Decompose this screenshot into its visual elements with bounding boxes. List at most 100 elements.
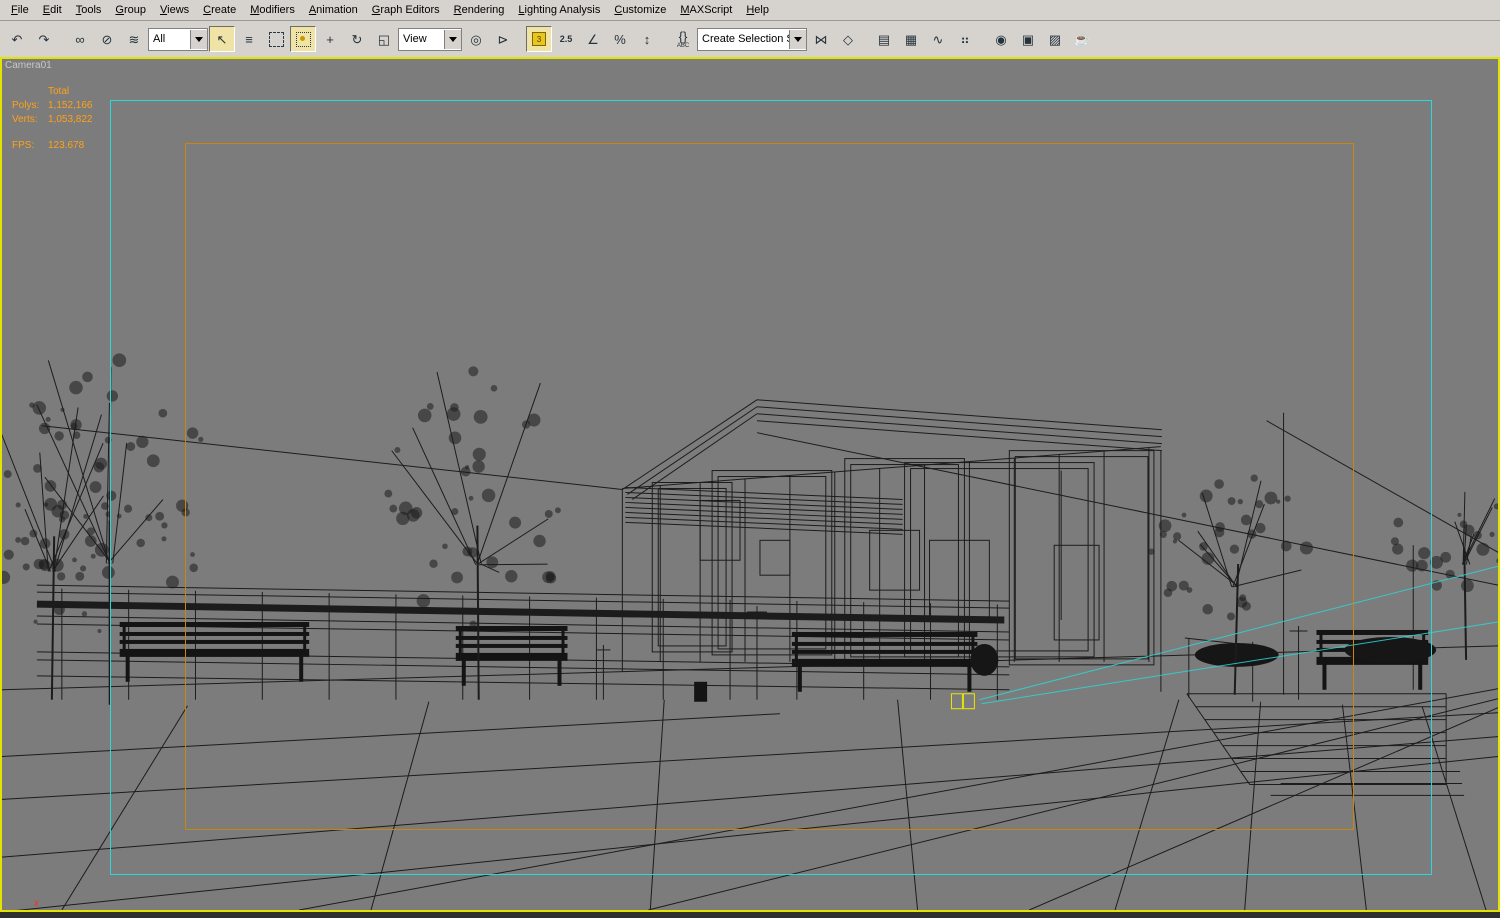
stats-verts-label: Verts: <box>12 113 48 127</box>
menu-help[interactable]: Help <box>739 2 776 18</box>
list-icon: ≡ <box>245 33 253 46</box>
rectangular-selection-region-button[interactable] <box>263 26 289 52</box>
menu-file[interactable]: File <box>4 2 36 18</box>
window-crossing-toggle-button[interactable] <box>290 26 316 52</box>
stats-polys-value: 1,152,166 <box>48 100 93 111</box>
stats-fps-label: FPS: <box>12 139 48 153</box>
stats-verts-value: 1,053,822 <box>48 114 93 125</box>
spinner-snap-toggle-button[interactable]: ↕ <box>634 26 660 52</box>
angle-snap-icon: ∠ <box>587 33 599 46</box>
align-button[interactable]: ◇ <box>835 26 861 52</box>
stats-fps-value: 123.678 <box>48 140 84 151</box>
percent-snap-icon: % <box>614 33 626 46</box>
menu-group[interactable]: Group <box>108 2 153 18</box>
3dsmax-window: File Edit Tools Group Views Create Modif… <box>0 0 1500 918</box>
percent-snap-toggle-button[interactable]: % <box>607 26 633 52</box>
cursor-arrow-icon: ↖ <box>217 33 228 46</box>
rotate-icon: ↻ <box>352 33 363 46</box>
mirror-button[interactable]: ⋈ <box>808 26 834 52</box>
menu-maxscript[interactable]: MAXScript <box>673 2 739 18</box>
menu-graph-editors[interactable]: Graph Editors <box>365 2 447 18</box>
toolbar-separator <box>58 26 66 52</box>
teapot-icon: ☕ <box>1074 33 1090 46</box>
undo-icon: ↶ <box>12 33 23 46</box>
snaps-toggle-button[interactable]: 3 <box>526 26 552 52</box>
toolbar-separator <box>517 26 525 52</box>
stats-total: Total <box>48 86 69 97</box>
menu-bar: File Edit Tools Group Views Create Modif… <box>0 0 1500 21</box>
toolbar-separator <box>661 26 669 52</box>
schematic-view-button[interactable]: ⠶ <box>952 26 978 52</box>
select-and-move-button[interactable]: + <box>317 26 343 52</box>
angle-snap-toggle-button[interactable]: ∠ <box>580 26 606 52</box>
unlink-selection-button[interactable]: ⊘ <box>94 26 120 52</box>
menu-tools[interactable]: Tools <box>69 2 109 18</box>
use-pivot-point-center-button[interactable]: ◎ <box>463 26 489 52</box>
bind-to-space-warp-button[interactable]: ≋ <box>121 26 147 52</box>
link-icon: ∞ <box>75 33 84 46</box>
camera-viewport[interactable]: Camera01 Total Polys:1,152,166 Verts:1,0… <box>0 57 1500 912</box>
rendered-frame-window-button[interactable]: ▨ <box>1042 26 1068 52</box>
menu-create[interactable]: Create <box>196 2 243 18</box>
menu-rendering[interactable]: Rendering <box>447 2 512 18</box>
select-and-scale-button[interactable]: ◱ <box>371 26 397 52</box>
dashed-rectangle-icon <box>269 32 284 47</box>
braces-icon: {} <box>679 30 688 43</box>
chevron-down-icon <box>190 30 207 49</box>
render-setup-button[interactable]: ▣ <box>1015 26 1041 52</box>
table-icon: ▦ <box>905 33 917 46</box>
manipulate-icon: ⊳ <box>498 33 509 46</box>
spinner-snap-icon: ↕ <box>644 33 651 46</box>
selection-set-value: Create Selection Set <box>698 33 789 45</box>
menu-lighting-analysis[interactable]: Lighting Analysis <box>511 2 607 18</box>
nodes-icon: ⠶ <box>960 33 970 46</box>
material-sphere-icon: ◉ <box>995 33 1006 46</box>
selection-filter-value: All <box>149 33 190 45</box>
snap-3d-icon: 3 <box>532 32 546 46</box>
select-and-manipulate-button[interactable]: ⊳ <box>490 26 516 52</box>
pivot-center-icon: ◎ <box>470 33 481 46</box>
main-toolbar: ↶ ↷ ∞ ⊘ ≋ All ↖ ≡ + ↻ ◱ View ◎ ⊳ 3 2.5 ∠… <box>0 21 1500 58</box>
menu-views[interactable]: Views <box>153 2 196 18</box>
space-warp-icon: ≋ <box>129 33 140 46</box>
align-icon: ◇ <box>843 33 853 46</box>
curve-icon: ∿ <box>933 33 944 46</box>
select-and-link-button[interactable]: ∞ <box>67 26 93 52</box>
menu-animation[interactable]: Animation <box>302 2 365 18</box>
edit-named-selection-sets-button[interactable]: {} ABC <box>670 26 696 52</box>
chevron-down-icon <box>789 30 806 49</box>
scene-explorer-button[interactable]: ▦ <box>898 26 924 52</box>
material-editor-button[interactable]: ◉ <box>988 26 1014 52</box>
render-setup-icon: ▣ <box>1022 33 1034 46</box>
layers-icon: ▤ <box>878 33 890 46</box>
stats-fps-row: FPS:123.678 <box>12 139 93 153</box>
abc-label: ABC <box>677 43 689 49</box>
stats-polys-row: Polys:1,152,166 <box>12 99 93 113</box>
wireframe-scene <box>2 59 1498 910</box>
x-axis-label: x <box>34 898 39 909</box>
snap-25-icon: 2.5 <box>560 33 573 46</box>
redo-button[interactable]: ↷ <box>31 26 57 52</box>
coordinate-system-value: View <box>399 33 444 45</box>
quick-render-button[interactable]: ☕ <box>1069 26 1095 52</box>
select-by-name-button[interactable]: ≡ <box>236 26 262 52</box>
viewport-label: Camera01 <box>5 60 52 71</box>
toolbar-separator <box>979 26 987 52</box>
named-selection-set-dropdown[interactable]: Create Selection Set <box>697 28 807 51</box>
curve-editor-button[interactable]: ∿ <box>925 26 951 52</box>
menu-edit[interactable]: Edit <box>36 2 69 18</box>
frame-window-icon: ▨ <box>1049 33 1061 46</box>
move-icon: + <box>326 33 334 46</box>
select-and-rotate-button[interactable]: ↻ <box>344 26 370 52</box>
window-crossing-icon <box>296 32 311 47</box>
select-object-button[interactable]: ↖ <box>209 26 235 52</box>
chevron-down-icon <box>444 30 461 49</box>
snaps-toggle-25-button[interactable]: 2.5 <box>553 26 579 52</box>
selection-filter-dropdown[interactable]: All <box>148 28 208 51</box>
undo-button[interactable]: ↶ <box>4 26 30 52</box>
reference-coordinate-system-dropdown[interactable]: View <box>398 28 462 51</box>
menu-customize[interactable]: Customize <box>607 2 673 18</box>
layer-manager-button[interactable]: ▤ <box>871 26 897 52</box>
unlink-icon: ⊘ <box>102 33 113 46</box>
menu-modifiers[interactable]: Modifiers <box>243 2 302 18</box>
